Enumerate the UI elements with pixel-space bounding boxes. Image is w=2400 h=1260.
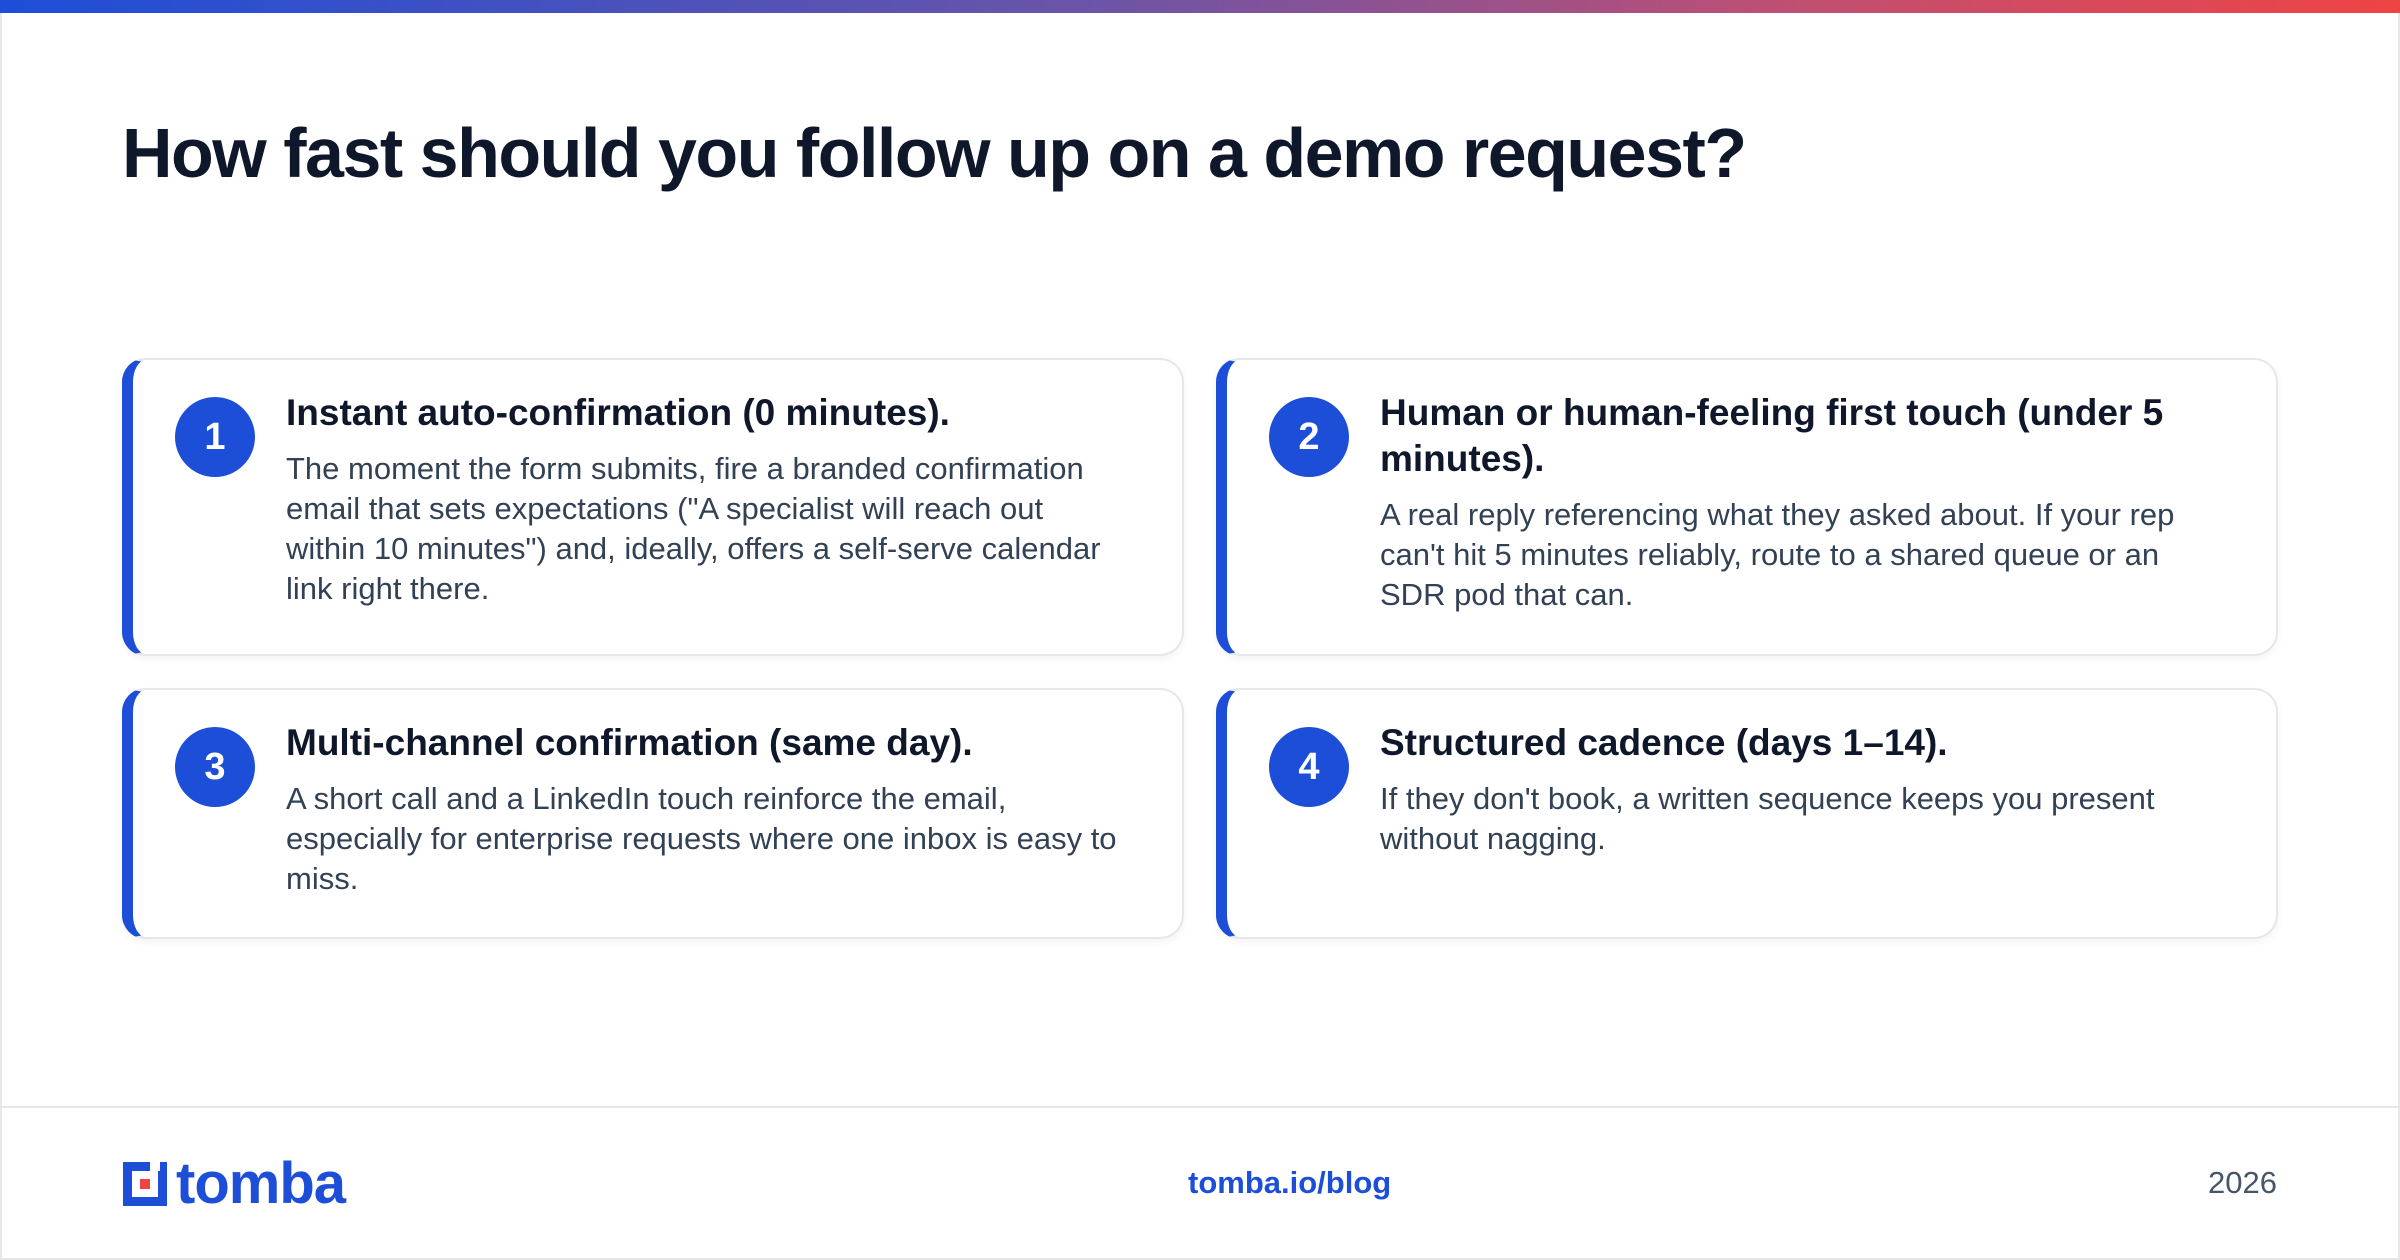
step-description: If they don't book, a written sequence k… — [1380, 781, 2155, 856]
step-number-badge: 2 — [1269, 397, 1349, 477]
step-number-badge: 4 — [1269, 727, 1349, 807]
step-title: Multi-channel confirmation (same day). — [286, 722, 973, 763]
tomba-logo-icon — [123, 1162, 167, 1206]
step-title: Human or human-feeling first touch (unde… — [1380, 392, 2164, 479]
logo-wordmark: tomba — [176, 1151, 346, 1216]
top-gradient-bar — [0, 0, 2400, 13]
footer-year: 2026 — [2208, 1165, 2277, 1200]
footer-divider — [0, 1106, 2400, 1108]
step-card-2: 2 Human or human-feeling first touch (un… — [1216, 358, 2278, 656]
step-description: The moment the form submits, fire a bran… — [286, 451, 1101, 606]
step-number-badge: 1 — [175, 397, 255, 477]
step-title: Structured cadence (days 1–14). — [1380, 722, 1948, 763]
page-title: How fast should you follow up on a demo … — [122, 114, 1747, 192]
tomba-logo[interactable]: tomba — [120, 1151, 346, 1216]
step-title: Instant auto-confirmation (0 minutes). — [286, 392, 950, 433]
step-description: A real reply referencing what they asked… — [1380, 497, 2175, 612]
step-card-3: 3 Multi-channel confirmation (same day).… — [122, 688, 1184, 939]
step-card-1: 1 Instant auto-confirmation (0 minutes).… — [122, 358, 1184, 656]
blog-link[interactable]: tomba.io/blog — [1188, 1163, 1391, 1203]
step-description: A short call and a LinkedIn touch reinfo… — [286, 781, 1117, 896]
step-card-4: 4 Structured cadence (days 1–14). If the… — [1216, 688, 2278, 939]
step-number-badge: 3 — [175, 727, 255, 807]
